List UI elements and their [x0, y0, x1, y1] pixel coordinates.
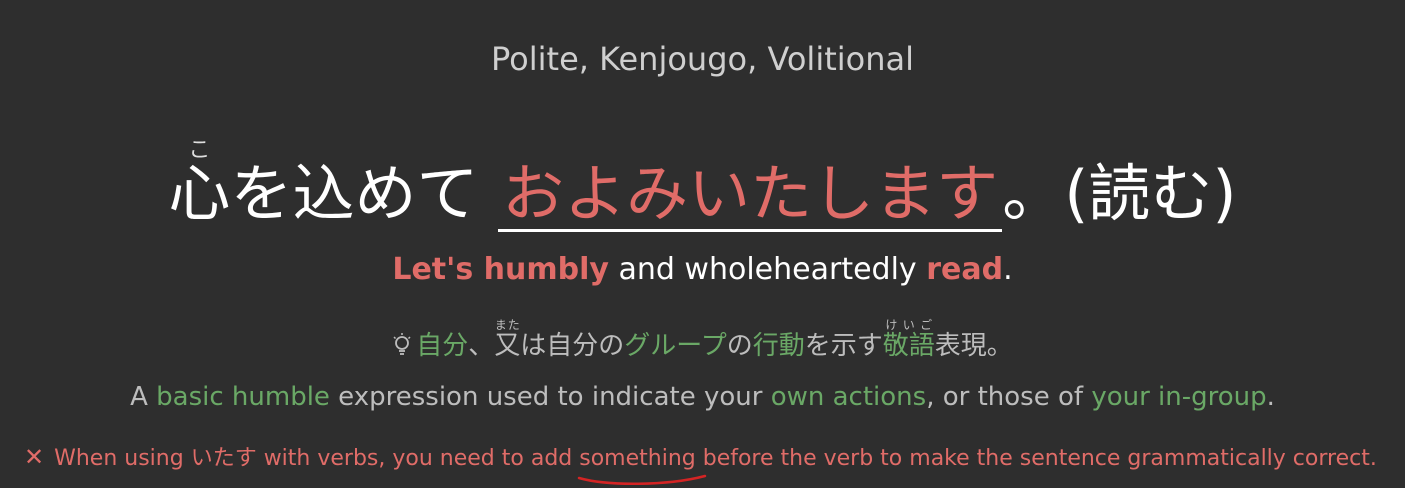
hint-jp-text-1: 、	[468, 331, 495, 361]
translation-highlight-1: Let's humbly	[392, 252, 609, 287]
hint-english: A basic humble expression used to indica…	[0, 382, 1405, 412]
hint-jp-text-4: を示す	[804, 331, 883, 361]
hint-en-term-1: basic humble	[156, 382, 330, 412]
hint-en-text-1: A	[130, 382, 157, 412]
hint-japanese: 自分、又または自分のグループの行動を示す敬語けいご表現。	[0, 318, 1405, 362]
hint-en-text-2: expression used to indicate your	[329, 382, 771, 412]
hint-jp-ruby-mata: 又また	[494, 318, 521, 361]
hint-en-text-4: .	[1266, 382, 1275, 412]
error-text-1: When using いたす with verbs, you need to a…	[54, 446, 580, 471]
hint-jp-term-3: 行動	[752, 331, 805, 361]
error-text-2: before the verb to make the sentence gra…	[695, 446, 1377, 471]
hint-jp-text-3: の	[726, 331, 753, 361]
hint-jp-text-5: 表現。	[934, 331, 1013, 361]
translation-text-1: and wholeheartedly	[608, 252, 927, 287]
answer-input[interactable]: およみいたします	[498, 163, 1003, 232]
sentence-suffix: 。(読む)	[1002, 157, 1237, 230]
hint-jp-text-2: は自分の	[520, 331, 625, 361]
hint-en-text-3: , or those of	[926, 382, 1092, 412]
hint-jp-term-1: 自分	[416, 331, 469, 361]
error-underlined-word: something	[578, 446, 707, 485]
red-underline-mark	[578, 474, 707, 485]
furigana-kanji: 心こ	[168, 138, 231, 230]
hint-jp-term-2: グループ	[624, 331, 727, 361]
furigana-reading: こ	[168, 138, 231, 163]
translation-text-2: .	[1003, 252, 1013, 287]
lightbulb-icon	[393, 333, 411, 355]
translation: Let's humbly and wholeheartedly read.	[0, 252, 1405, 287]
grammar-label: Polite, Kenjougo, Volitional	[491, 40, 914, 78]
sentence-middle: を込めて	[230, 157, 479, 230]
hint-jp-ruby-keigo: 敬語けいご	[882, 318, 935, 361]
question-sentence: 心こを込めて およみいたします。(読む)	[0, 138, 1405, 233]
hint-en-term-2: own actions	[770, 382, 927, 412]
hint-en-term-3: your in-group	[1091, 382, 1267, 412]
error-message: ✕ When using いたす with verbs, you need to …	[24, 440, 1377, 485]
translation-highlight-2: read	[926, 252, 1004, 287]
close-icon: ✕	[24, 443, 45, 471]
